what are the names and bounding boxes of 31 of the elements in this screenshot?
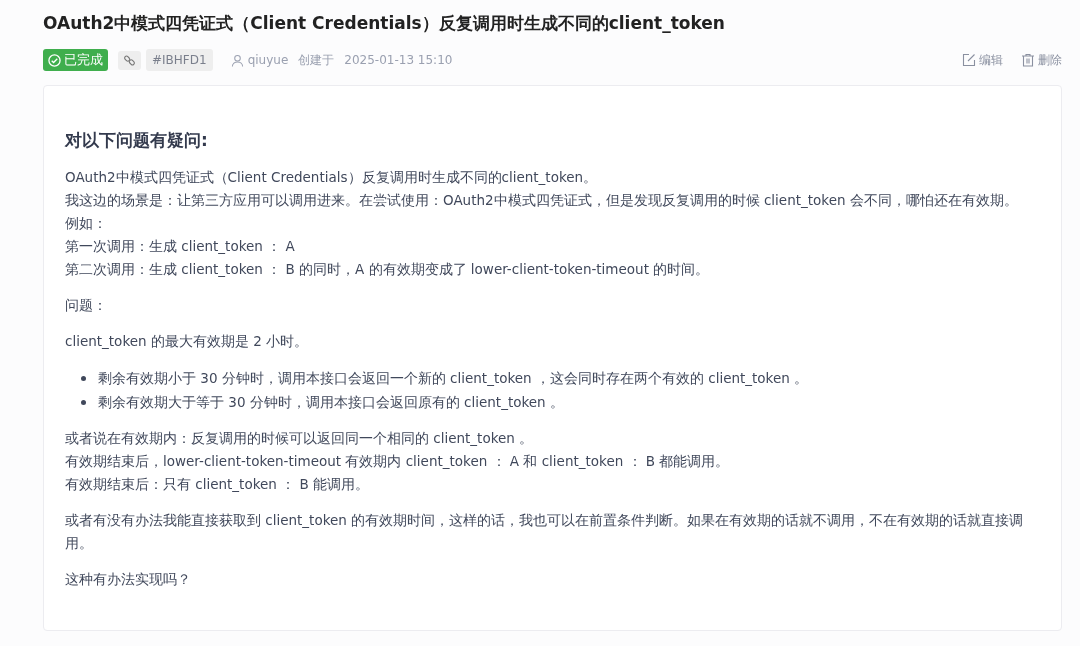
bullet-icon bbox=[81, 375, 86, 381]
list-item: 剩余有效期小于 30 分钟时，调用本接口会返回一个新的 client_token ，这会同时存在两个有效的 client_token 。 bbox=[98, 369, 809, 388]
check-circle-icon bbox=[48, 53, 61, 67]
copy-link-button[interactable] bbox=[118, 50, 141, 70]
body-text: 第二次调用：生成 client_token ： B 的同时，A 的有效期变成了 lower-client-token-timeout 的时间。 bbox=[65, 260, 711, 279]
body-text: 有效期结束后：只有 client_token ： B 能调用。 bbox=[65, 475, 370, 494]
delete-button[interactable]: 删除 bbox=[1021, 51, 1062, 69]
body-text: 或者有没有办法我能直接获取到 client_token 的有效期时间，这样的话，我也可以在前置条件判断。如果在有效期的话就不调用，不在有效期的话就直接调用。 bbox=[65, 511, 1025, 553]
body-text: 或者说在有效期内：反复调用的时候可以返回同一个相同的 client_token 。 bbox=[65, 429, 535, 448]
user-icon bbox=[230, 53, 244, 67]
body-text: client_token 的最大有效期是 2 小时。 bbox=[65, 332, 310, 351]
body-text: 问题： bbox=[65, 296, 108, 315]
body-text: OAuth2中模式四凭证式（Client Credentials）反复调用时生成不同的client_token。 bbox=[65, 168, 599, 187]
body-text: 有效期结束后，lower-client-token-timeout 有效期内 client_token ： A 和 client_token ： B 都能调用。 bbox=[65, 452, 731, 471]
status-badge: 已完成 bbox=[43, 49, 108, 71]
bullet-icon bbox=[81, 399, 86, 405]
body-text: 例如： bbox=[65, 214, 108, 233]
issue-title: OAuth2中模式四凭证式（Client Credentials）反复调用时生成不同的client_token bbox=[43, 12, 726, 35]
created-label: 创建于 bbox=[298, 51, 335, 69]
issue-id: #IBHFD1 bbox=[146, 49, 213, 71]
list-item: 剩余有效期大于等于 30 分钟时，调用本接口会返回原有的 client_token 。 bbox=[98, 393, 564, 412]
body-text: 这种有办法实现吗？ bbox=[65, 570, 192, 589]
link-icon bbox=[123, 53, 136, 67]
body-text: 我这边的场景是：让第三方应用可以调用进来。在尝试使用：OAuth2中模式四凭证式，但是发现反复调用的时候 client_token 会不同，哪怕还在有效期。 bbox=[65, 191, 1019, 210]
author-name[interactable]: qiuyue bbox=[247, 53, 289, 67]
edit-button[interactable]: 编辑 bbox=[962, 51, 1003, 69]
body-text: 第一次调用：生成 client_token ： A bbox=[65, 237, 296, 256]
section-heading: 对以下问题有疑问: bbox=[65, 129, 209, 152]
trash-icon bbox=[1021, 53, 1035, 67]
created-date: 2025-01-13 15:10 bbox=[344, 53, 453, 67]
edit-icon bbox=[962, 53, 976, 67]
